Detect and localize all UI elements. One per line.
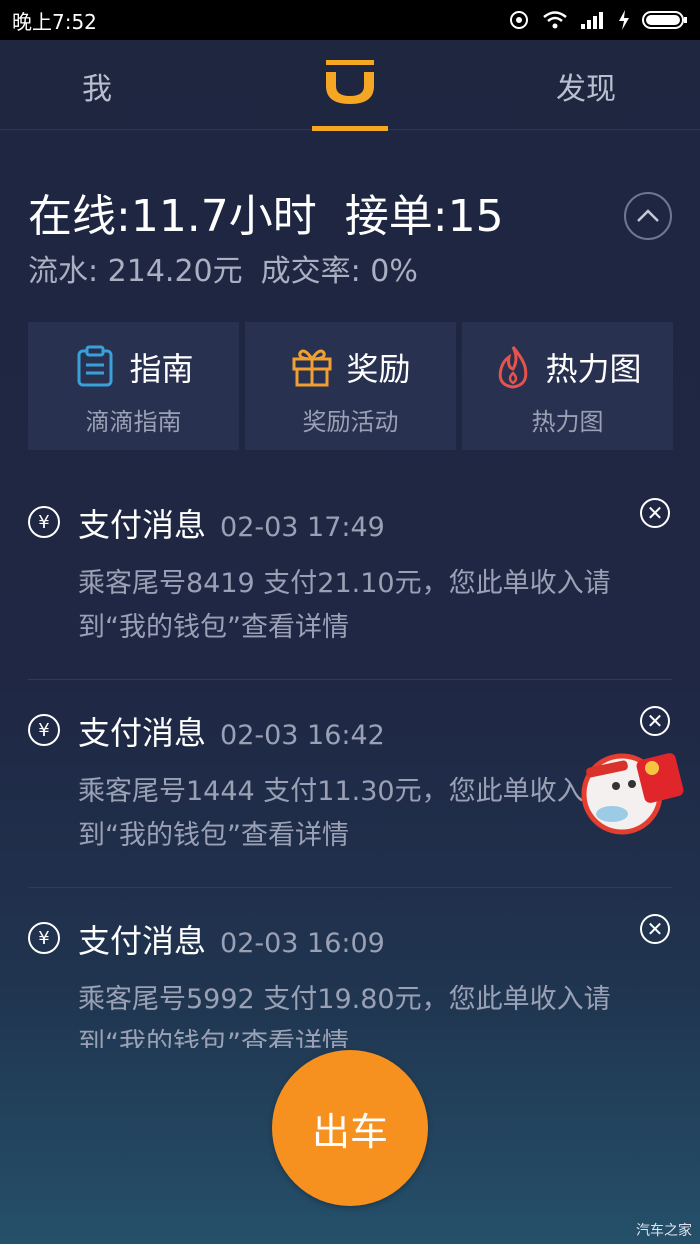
message-time: 02-03 17:49 — [220, 512, 385, 543]
guide-title: 指南 — [129, 350, 194, 388]
reward-card[interactable]: 奖励 奖励活动 — [245, 322, 456, 450]
list-item[interactable]: ¥ 支付消息 02-03 17:49 ✕ 乘客尾号8419 支付21.10元，您此… — [28, 472, 672, 680]
tab-active-indicator — [312, 126, 388, 131]
charging-icon — [619, 10, 629, 30]
list-item[interactable]: ¥ 支付消息 02-03 16:09 ✕ 乘客尾号5992 支付19.80元，您此… — [28, 888, 672, 1048]
wifi-icon — [543, 11, 567, 29]
message-body: 乘客尾号5992 支付19.80元，您此单收入请到“我的钱包”查看详情 — [78, 984, 611, 1048]
guide-subtitle: 滴滴指南 — [85, 408, 182, 436]
gift-icon — [292, 349, 332, 387]
red-packet-icon[interactable] — [576, 742, 686, 838]
chevron-up-icon — [637, 209, 659, 222]
close-icon[interactable]: ✕ — [640, 706, 670, 736]
signal-icon — [581, 12, 603, 29]
stats-primary: 在线:11.7小时 接单:15 — [28, 180, 532, 244]
didi-logo-icon — [326, 60, 374, 104]
go-online-button[interactable]: 出车 — [272, 1050, 428, 1206]
close-icon[interactable]: ✕ — [640, 914, 670, 944]
reward-subtitle: 奖励活动 — [302, 408, 399, 436]
status-bar: 晚上7:52 — [0, 0, 700, 40]
message-body: 乘客尾号8419 支付21.10元，您此单收入请到“我的钱包”查看详情 — [78, 568, 611, 643]
tab-home[interactable] — [310, 40, 390, 131]
yen-icon: ¥ — [28, 714, 60, 746]
status-icons — [508, 9, 688, 31]
message-time: 02-03 16:42 — [220, 720, 385, 751]
tab-me[interactable]: 我 — [82, 64, 112, 108]
status-time: 晚上7:52 — [12, 9, 97, 34]
message-title: 支付消息 — [78, 714, 207, 752]
online-hours: 在线:11.7小时 — [28, 191, 317, 242]
tab-discover[interactable]: 发现 — [556, 64, 616, 108]
order-count: 接单:15 — [344, 191, 504, 242]
guide-card[interactable]: 指南 滴滴指南 — [28, 322, 239, 450]
completion-rate: 成交率: 0% — [260, 254, 418, 289]
stats-summary: 在线:11.7小时 接单:15 流水: 214.20元 成交率: 0% — [28, 180, 532, 290]
close-icon[interactable]: ✕ — [640, 498, 670, 528]
reward-title: 奖励 — [346, 350, 411, 388]
heatmap-title: 热力图 — [545, 350, 642, 388]
revenue-amount: 流水: 214.20元 — [28, 254, 243, 289]
yen-icon: ¥ — [28, 506, 60, 538]
heatmap-card[interactable]: 热力图 热力图 — [462, 322, 673, 450]
stats-secondary: 流水: 214.20元 成交率: 0% — [28, 246, 532, 290]
heatmap-subtitle: 热力图 — [531, 408, 604, 436]
top-nav: 我 发现 — [0, 40, 700, 131]
battery-icon — [642, 11, 687, 29]
watermark: 汽车之家 — [636, 1223, 692, 1239]
message-title: 支付消息 — [78, 922, 207, 960]
message-time: 02-03 16:09 — [220, 928, 385, 959]
flame-icon — [499, 346, 528, 389]
alarm-icon — [510, 11, 528, 29]
collapse-button[interactable] — [624, 192, 672, 240]
quick-actions: 指南 滴滴指南 奖励 奖励活动 热力图 热力图 — [28, 322, 673, 450]
yen-icon: ¥ — [28, 922, 60, 954]
clipboard-icon — [77, 345, 113, 387]
message-title: 支付消息 — [78, 506, 207, 544]
